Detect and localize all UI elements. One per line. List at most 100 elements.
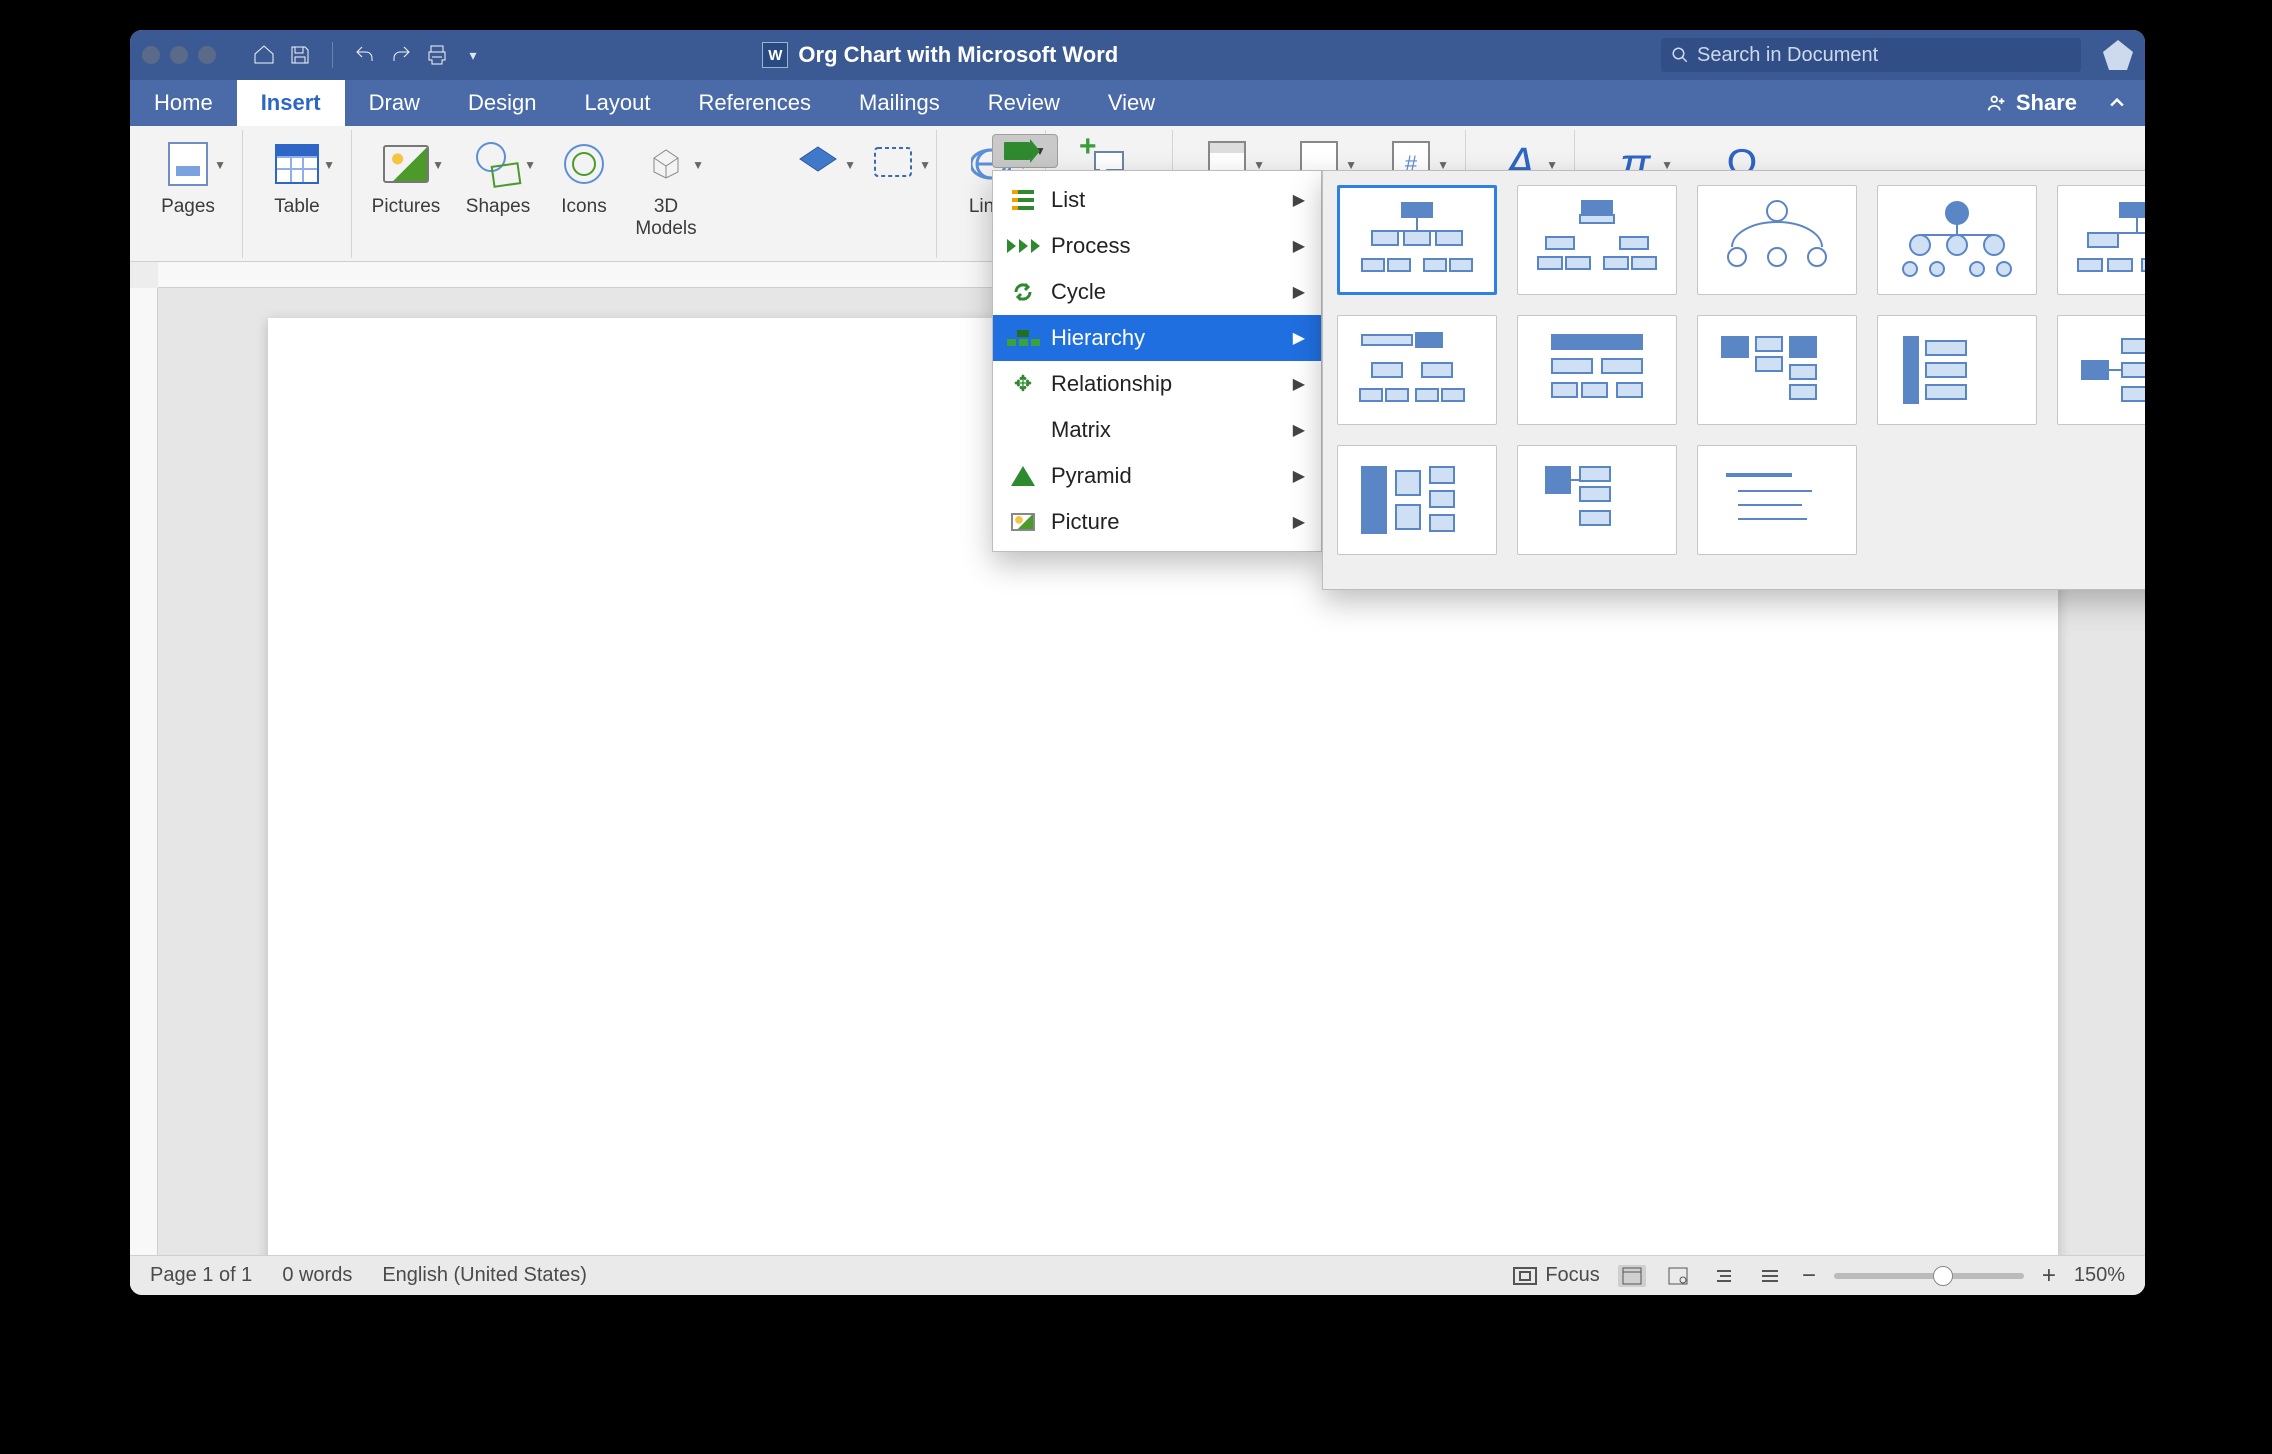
smartart-cat-process[interactable]: Process▶	[993, 223, 1321, 269]
cat-label: Picture	[1051, 509, 1119, 535]
gallery-item[interactable]	[1877, 185, 2037, 295]
draft-view-button[interactable]	[1756, 1265, 1784, 1287]
tab-design[interactable]: Design	[444, 80, 560, 126]
tab-mailings[interactable]: Mailings	[835, 80, 964, 126]
save-icon[interactable]	[286, 41, 314, 69]
search-icon	[1671, 46, 1689, 64]
table-icon	[275, 144, 319, 184]
zoom-in-button[interactable]: +	[2042, 1262, 2056, 1290]
gallery-item[interactable]	[1697, 185, 1857, 295]
close-window-button[interactable]	[142, 46, 160, 64]
tab-layout[interactable]: Layout	[560, 80, 674, 126]
smartart-icon	[1004, 142, 1030, 160]
smartart-cat-relationship[interactable]: ✥ Relationship▶	[993, 361, 1321, 407]
pyramid-icon	[1009, 464, 1037, 488]
relationship-icon: ✥	[1009, 372, 1037, 396]
status-words[interactable]: 0 words	[282, 1264, 352, 1287]
smartart-gallery	[1322, 170, 2145, 590]
table-button[interactable]: ▼ Table	[251, 130, 343, 218]
cat-label: List	[1051, 187, 1085, 213]
search-placeholder: Search in Document	[1697, 44, 1878, 67]
smartart-column: .	[708, 130, 778, 218]
group-table: ▼ Table	[243, 130, 352, 258]
web-layout-view-button[interactable]	[1664, 1265, 1692, 1287]
tab-review[interactable]: Review	[964, 80, 1084, 126]
zoom-thumb[interactable]	[1933, 1266, 1953, 1286]
collapse-ribbon-button[interactable]	[2089, 80, 2145, 126]
outline-view-button[interactable]	[1710, 1265, 1738, 1287]
zoom-window-button[interactable]	[198, 46, 216, 64]
cat-label: Process	[1051, 233, 1130, 259]
tab-insert[interactable]: Insert	[237, 80, 345, 126]
smartart-cat-list[interactable]: List▶	[993, 177, 1321, 223]
matrix-icon	[1009, 418, 1037, 442]
print-layout-view-button[interactable]	[1618, 1265, 1646, 1287]
redo-icon[interactable]	[387, 41, 415, 69]
minimize-window-button[interactable]	[170, 46, 188, 64]
page-icon	[168, 142, 208, 186]
ribbon: ▼ Pages ▼ Table ▼ Pictures ▼ Shapes Icon…	[130, 126, 2145, 262]
tab-references[interactable]: References	[675, 80, 836, 126]
chart-button[interactable]: ▼ .	[778, 130, 858, 218]
plus-icon: +	[1079, 130, 1097, 164]
gallery-item[interactable]	[1337, 445, 1497, 555]
icons-label: Icons	[561, 196, 606, 218]
smartart-category-list: List▶ Process▶ Cycle▶ Hierarchy▶	[992, 170, 1322, 552]
smartart-button[interactable]: ▼	[992, 134, 1058, 168]
gallery-item[interactable]	[1877, 315, 2037, 425]
status-language[interactable]: English (United States)	[382, 1264, 587, 1287]
shapes-label: Shapes	[466, 196, 530, 218]
separator	[332, 42, 333, 68]
word-app-icon: W	[762, 42, 788, 68]
account-avatar-icon[interactable]	[2103, 40, 2133, 70]
smartart-dropdown: ▼ List▶ Process▶ Cycle▶	[992, 134, 1058, 168]
vertical-ruler[interactable]	[130, 288, 158, 1290]
tab-draw[interactable]: Draw	[345, 80, 444, 126]
shapes-button[interactable]: ▼ Shapes	[452, 130, 544, 218]
gallery-item[interactable]	[1517, 445, 1677, 555]
share-button[interactable]: Share	[1974, 80, 2089, 126]
group-illustrations: ▼ Pictures ▼ Shapes Icons ▼ 3D Models ▼	[352, 130, 937, 258]
print-icon[interactable]	[423, 41, 451, 69]
smartart-cat-pyramid[interactable]: Pyramid▶	[993, 453, 1321, 499]
3d-models-button[interactable]: ▼ 3D Models	[624, 130, 708, 240]
statusbar: Page 1 of 1 0 words English (United Stat…	[130, 1255, 2145, 1295]
zoom-out-button[interactable]: −	[1802, 1262, 1816, 1290]
tab-view[interactable]: View	[1084, 80, 1179, 126]
smartart-cat-picture[interactable]: Picture▶	[993, 499, 1321, 545]
gallery-item[interactable]	[2057, 315, 2145, 425]
process-icon	[1009, 234, 1037, 258]
qat-customize-icon[interactable]: ▾	[459, 41, 487, 69]
home-icon[interactable]	[250, 41, 278, 69]
focus-mode-button[interactable]: Focus	[1513, 1264, 1599, 1287]
pictures-button[interactable]: ▼ Pictures	[360, 130, 452, 218]
word-window: ▾ W Org Chart with Microsoft Word Search…	[130, 30, 2145, 1295]
zoom-level[interactable]: 150%	[2074, 1264, 2125, 1287]
smartart-cat-matrix[interactable]: Matrix▶	[993, 407, 1321, 453]
status-page[interactable]: Page 1 of 1	[150, 1264, 252, 1287]
tab-home[interactable]: Home	[130, 80, 237, 126]
smartart-cat-hierarchy[interactable]: Hierarchy▶	[993, 315, 1321, 361]
group-pages: ▼ Pages	[134, 130, 243, 258]
screenshot-icon	[873, 146, 913, 182]
gallery-item[interactable]	[1337, 185, 1497, 295]
gallery-item[interactable]	[1697, 315, 1857, 425]
zoom-slider[interactable]	[1834, 1273, 2024, 1279]
gallery-item[interactable]	[1697, 445, 1857, 555]
search-input[interactable]: Search in Document	[1661, 38, 2081, 72]
undo-icon[interactable]	[351, 41, 379, 69]
pictures-icon	[383, 145, 429, 183]
gallery-item[interactable]	[1517, 185, 1677, 295]
pages-button[interactable]: ▼ Pages	[142, 130, 234, 218]
gallery-item[interactable]	[2057, 185, 2145, 295]
list-icon	[1009, 188, 1037, 212]
cat-label: Cycle	[1051, 279, 1106, 305]
smartart-cat-cycle[interactable]: Cycle▶	[993, 269, 1321, 315]
icons-button[interactable]: Icons	[544, 130, 624, 218]
icons-icon	[564, 144, 604, 184]
document-title: W Org Chart with Microsoft Word	[762, 42, 1118, 68]
gallery-item[interactable]	[1337, 315, 1497, 425]
cat-label: Hierarchy	[1051, 325, 1145, 351]
gallery-item[interactable]	[1517, 315, 1677, 425]
screenshot-button[interactable]: ▼ .	[858, 130, 928, 218]
